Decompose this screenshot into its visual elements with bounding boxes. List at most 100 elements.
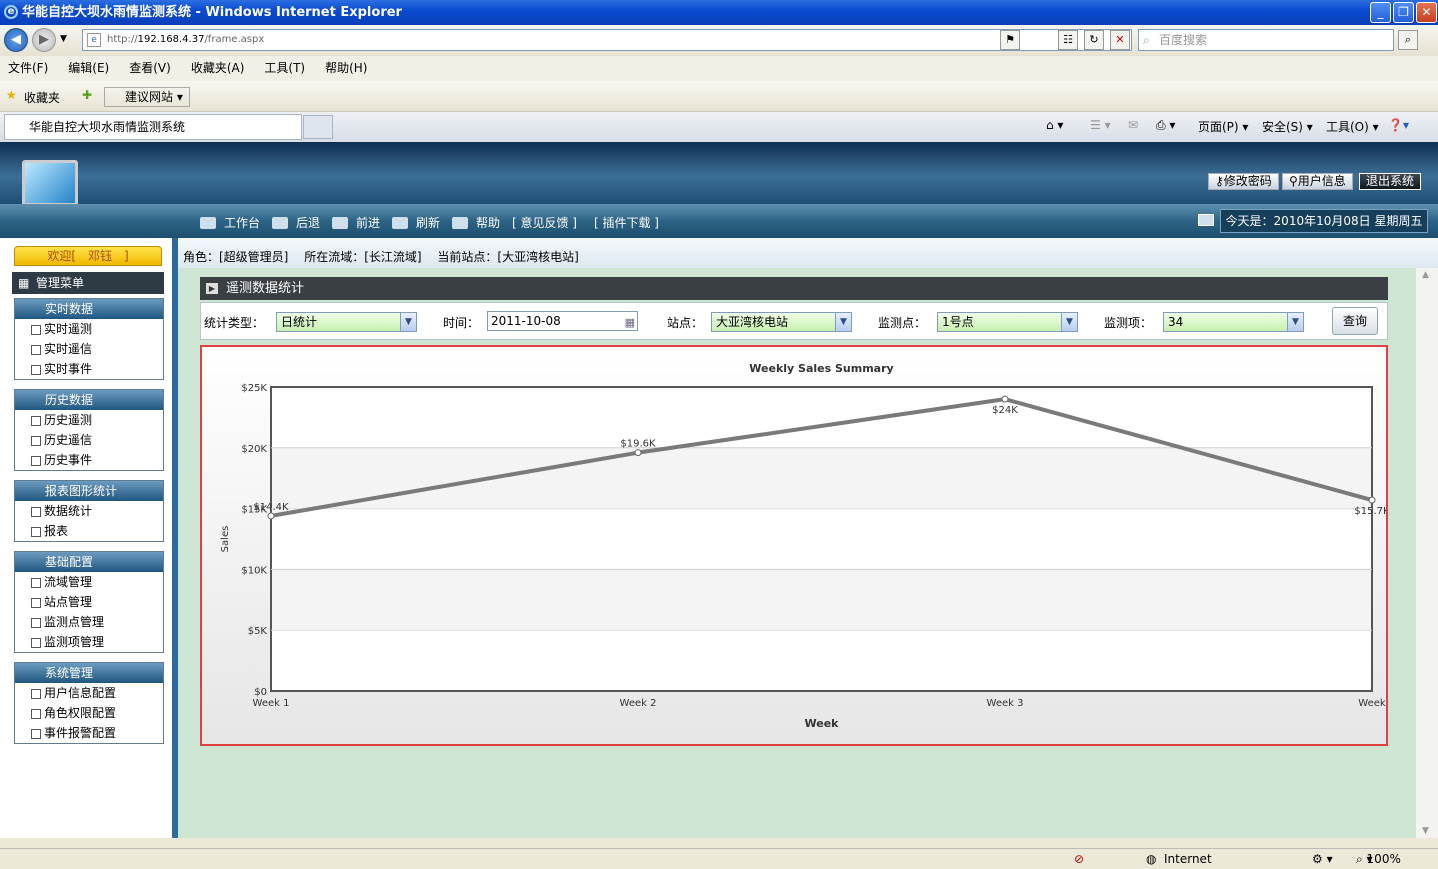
time-input[interactable]: 2011-10-08 ▦ xyxy=(487,311,638,331)
menu-group-header[interactable]: 基础配置 xyxy=(15,552,163,572)
menu-item[interactable]: 实时遥测 xyxy=(15,319,163,339)
scroll-up-icon[interactable]: ▲ xyxy=(1422,270,1429,280)
back-button[interactable]: ◀ xyxy=(4,28,28,52)
menu-favorites[interactable]: 收藏夹(A) xyxy=(191,56,245,81)
feeds-icon[interactable]: ☰ ▾ xyxy=(1090,118,1111,132)
protected-mode-icon[interactable]: ⚙ ▾ xyxy=(1312,849,1333,869)
station-select[interactable]: 大亚湾核电站 ▼ xyxy=(711,312,852,332)
page-menu[interactable]: 页面(P) ▾ xyxy=(1198,118,1248,135)
new-tab-button[interactable] xyxy=(303,115,333,139)
menu-item[interactable]: 实时事件 xyxy=(15,359,163,379)
maximize-button[interactable]: ❐ xyxy=(1393,2,1414,23)
menu-file[interactable]: 文件(F) xyxy=(8,56,48,81)
nav-plugin-download[interactable]: [ 插件下载 ] xyxy=(594,214,659,231)
menu-item[interactable]: 历史遥信 xyxy=(15,430,163,450)
point-select[interactable]: 1号点 ▼ xyxy=(937,312,1078,332)
url-input[interactable]: e http://192.168.4.37/frame.aspx xyxy=(82,29,1132,51)
history-dropdown-icon[interactable]: ▼ xyxy=(60,34,67,44)
nav-refresh[interactable]: 刷新 xyxy=(392,214,440,231)
help-icon[interactable]: ❓▾ xyxy=(1388,118,1409,132)
stop-icon[interactable]: ✕ xyxy=(1110,30,1130,50)
home-icon[interactable]: ⌂ ▾ xyxy=(1046,118,1063,132)
menu-item[interactable]: 监测项管理 xyxy=(15,632,163,652)
nav-workbench[interactable]: 工作台 xyxy=(200,214,260,231)
zoom-level[interactable]: ⌕ 100% ▾ xyxy=(1356,849,1401,869)
item-label: 监测项： xyxy=(1104,316,1153,330)
menu-view[interactable]: 查看(V) xyxy=(129,56,171,81)
suggested-sites-button[interactable]: 建议网站 ▾ xyxy=(104,87,190,107)
menu-item[interactable]: 历史遥测 xyxy=(15,410,163,430)
key-icon: ⚷ xyxy=(1215,174,1224,188)
menu-item[interactable]: 流域管理 xyxy=(15,572,163,592)
grid-icon: ▦ xyxy=(18,276,30,290)
safety-menu[interactable]: 安全(S) ▾ xyxy=(1262,118,1313,135)
page-menu-label: 页面(P) xyxy=(1198,120,1239,134)
nav-feedback[interactable]: [ 意见反馈 ] xyxy=(512,214,577,231)
station-value: 大亚湾核电站 xyxy=(716,315,789,329)
nav-forward[interactable]: 前进 xyxy=(332,214,380,231)
data-point xyxy=(267,512,275,520)
menu-item[interactable]: 报表 xyxy=(15,521,163,541)
globe-icon: ◍ xyxy=(1146,852,1157,866)
type-select[interactable]: 日统计 ▼ xyxy=(276,312,417,332)
calendar-icon[interactable]: ▦ xyxy=(625,314,635,332)
panel-arrow-icon: ▶ xyxy=(206,283,218,294)
item-select[interactable]: 34 ▼ xyxy=(1163,312,1304,332)
scroll-down-icon[interactable]: ▼ xyxy=(1422,826,1429,836)
nav-help-label: 帮助 xyxy=(476,216,501,230)
nav-help[interactable]: 帮助 xyxy=(452,214,500,231)
rss-icon[interactable]: ☷ xyxy=(1058,30,1078,50)
menu-item[interactable]: 历史事件 xyxy=(15,450,163,470)
screen-icon xyxy=(1198,214,1214,226)
chevron-down-icon: ▼ xyxy=(1061,313,1077,331)
mail-icon[interactable]: ✉ xyxy=(1128,118,1138,132)
logout-button[interactable]: 退出系统 xyxy=(1359,173,1422,190)
menu-tools[interactable]: 工具(T) xyxy=(264,56,305,81)
menu-item[interactable]: 数据统计 xyxy=(15,501,163,521)
menu-help[interactable]: 帮助(H) xyxy=(325,56,367,81)
compat-icon[interactable]: ⚑ xyxy=(1000,30,1020,50)
print-icon[interactable]: ⎙ ▾ xyxy=(1156,118,1175,133)
menu-group-header[interactable]: 报表图形统计 xyxy=(15,481,163,501)
panel-title-label: 遥测数据统计 xyxy=(226,281,305,296)
user-info-button[interactable]: ⚲用户信息 xyxy=(1282,173,1353,190)
y-tick-label: $5K xyxy=(248,626,268,637)
add-favorite-icon[interactable]: ✚ xyxy=(82,88,92,102)
y-tick-label: $10K xyxy=(241,565,267,576)
vertical-scrollbar[interactable]: ▲ ▼ xyxy=(1416,268,1438,838)
url-host: 192.168.4.37 xyxy=(137,34,205,45)
x-axis-title: Week xyxy=(805,717,840,730)
tab-current[interactable]: 华能自控大坝水雨情监测系统 xyxy=(4,114,302,140)
window-title: 华能自控大坝水雨情监测系统 - Windows Internet Explore… xyxy=(22,5,402,20)
point-label: 监测点： xyxy=(878,316,927,330)
forward-button[interactable]: ▶ xyxy=(32,28,56,52)
welcome-badge: 欢迎[ 邓钰 ] xyxy=(14,246,162,266)
tools-menu-label: 工具(O) xyxy=(1326,120,1369,134)
y-tick-label: $20K xyxy=(241,444,267,455)
change-password-button[interactable]: ⚷修改密码 xyxy=(1208,173,1279,190)
tools-menu[interactable]: 工具(O) ▾ xyxy=(1326,118,1379,135)
menu-item[interactable]: 事件报警配置 xyxy=(15,723,163,743)
item-value: 34 xyxy=(1168,315,1184,329)
refresh-icon[interactable]: ↻ xyxy=(1084,30,1104,50)
menu-edit[interactable]: 编辑(E) xyxy=(68,56,109,81)
close-button[interactable]: ✕ xyxy=(1416,2,1437,23)
menu-item[interactable]: 用户信息配置 xyxy=(15,683,163,703)
status-bar: ⊘ ◍ Internet ⚙ ▾ ⌕ 100% ▾ xyxy=(0,848,1438,869)
menu-group-header[interactable]: 实时数据 xyxy=(15,299,163,319)
menu-item[interactable]: 角色权限配置 xyxy=(15,703,163,723)
nav-back[interactable]: 后退 xyxy=(272,214,320,231)
data-point xyxy=(634,449,642,457)
search-go-icon[interactable]: ⌕ xyxy=(1398,30,1418,50)
search-input[interactable]: ⌕ 百度搜索 xyxy=(1138,29,1394,51)
menu-item[interactable]: 监测点管理 xyxy=(15,612,163,632)
menu-group-header[interactable]: 历史数据 xyxy=(15,390,163,410)
menu-item[interactable]: 站点管理 xyxy=(15,592,163,612)
query-button[interactable]: 查询 xyxy=(1332,307,1378,335)
minimize-button[interactable]: _ xyxy=(1370,2,1391,23)
panel-title: ▶ 遥测数据统计 xyxy=(200,277,1388,300)
favorites-button[interactable]: 收藏夹 xyxy=(24,89,60,106)
info-bar: 角色：[超级管理员] 所在流域：[长江流域] 当前站点：[大亚湾核电站] xyxy=(178,238,1438,268)
menu-item[interactable]: 实时遥信 xyxy=(15,339,163,359)
menu-group-header[interactable]: 系统管理 xyxy=(15,663,163,683)
